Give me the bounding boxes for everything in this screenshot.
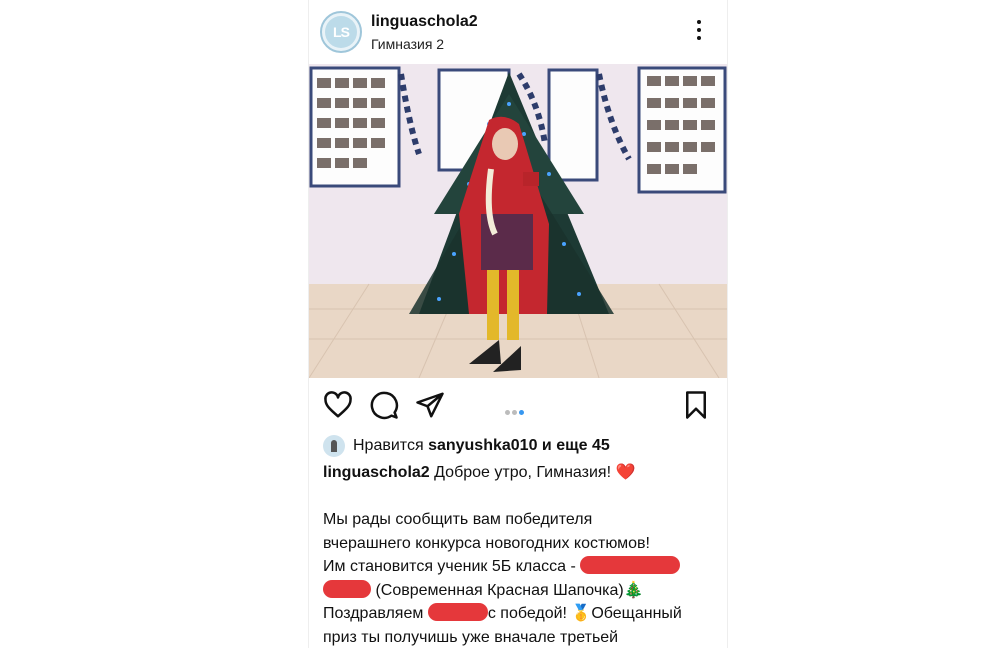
caption-greeting: Доброе утро, Гимназия! ❤️ <box>434 464 635 481</box>
avatar-logo: LS <box>325 16 357 48</box>
carousel-indicator <box>504 402 525 420</box>
redaction-mark <box>428 603 488 621</box>
more-icon[interactable] <box>689 16 709 46</box>
caption-line: приз ты получишь уже вначале третьей <box>323 626 719 649</box>
post-header: LS linguaschola2 Гимназия 2 <box>309 0 727 64</box>
christmas-costume-photo <box>309 64 727 378</box>
likes-prefix: Нравится <box>353 437 424 455</box>
redaction-mark <box>580 556 680 574</box>
liker-username[interactable]: sanyushka010 <box>428 437 537 455</box>
redaction-mark <box>323 580 371 598</box>
caption-line: вчерашнего конкурса новогодних костюмов! <box>323 532 719 556</box>
heart-icon[interactable] <box>323 390 353 420</box>
post-actions-bar <box>309 386 727 426</box>
share-icon[interactable] <box>415 390 445 420</box>
liker-avatar[interactable] <box>323 435 345 457</box>
caption-username[interactable]: linguaschola2 <box>323 464 430 481</box>
caption-line: Мы рады сообщить вам победителя <box>323 508 719 532</box>
instagram-post: LS linguaschola2 Гимназия 2 <box>308 0 728 648</box>
post-username[interactable]: linguaschola2 <box>371 13 478 31</box>
comment-icon[interactable] <box>369 390 399 420</box>
post-photo[interactable] <box>309 64 727 378</box>
caption-line: Поздравляем <box>323 605 423 622</box>
caption-line: (Современная Красная Шапочка)🎄 <box>375 582 643 599</box>
caption-line: с победой! 🥇Обещанный <box>488 605 682 622</box>
likes-line: Нравится sanyushka010 и еще 45 <box>323 434 610 458</box>
likes-others[interactable]: и еще 45 <box>542 437 610 455</box>
avatar[interactable]: LS <box>320 11 362 53</box>
caption-line: Им становится ученик 5Б класса - <box>323 558 576 575</box>
post-location[interactable]: Гимназия 2 <box>371 36 444 52</box>
post-caption: linguaschola2 Доброе утро, Гимназия! ❤️ … <box>323 461 719 649</box>
bookmark-icon[interactable] <box>681 390 711 420</box>
